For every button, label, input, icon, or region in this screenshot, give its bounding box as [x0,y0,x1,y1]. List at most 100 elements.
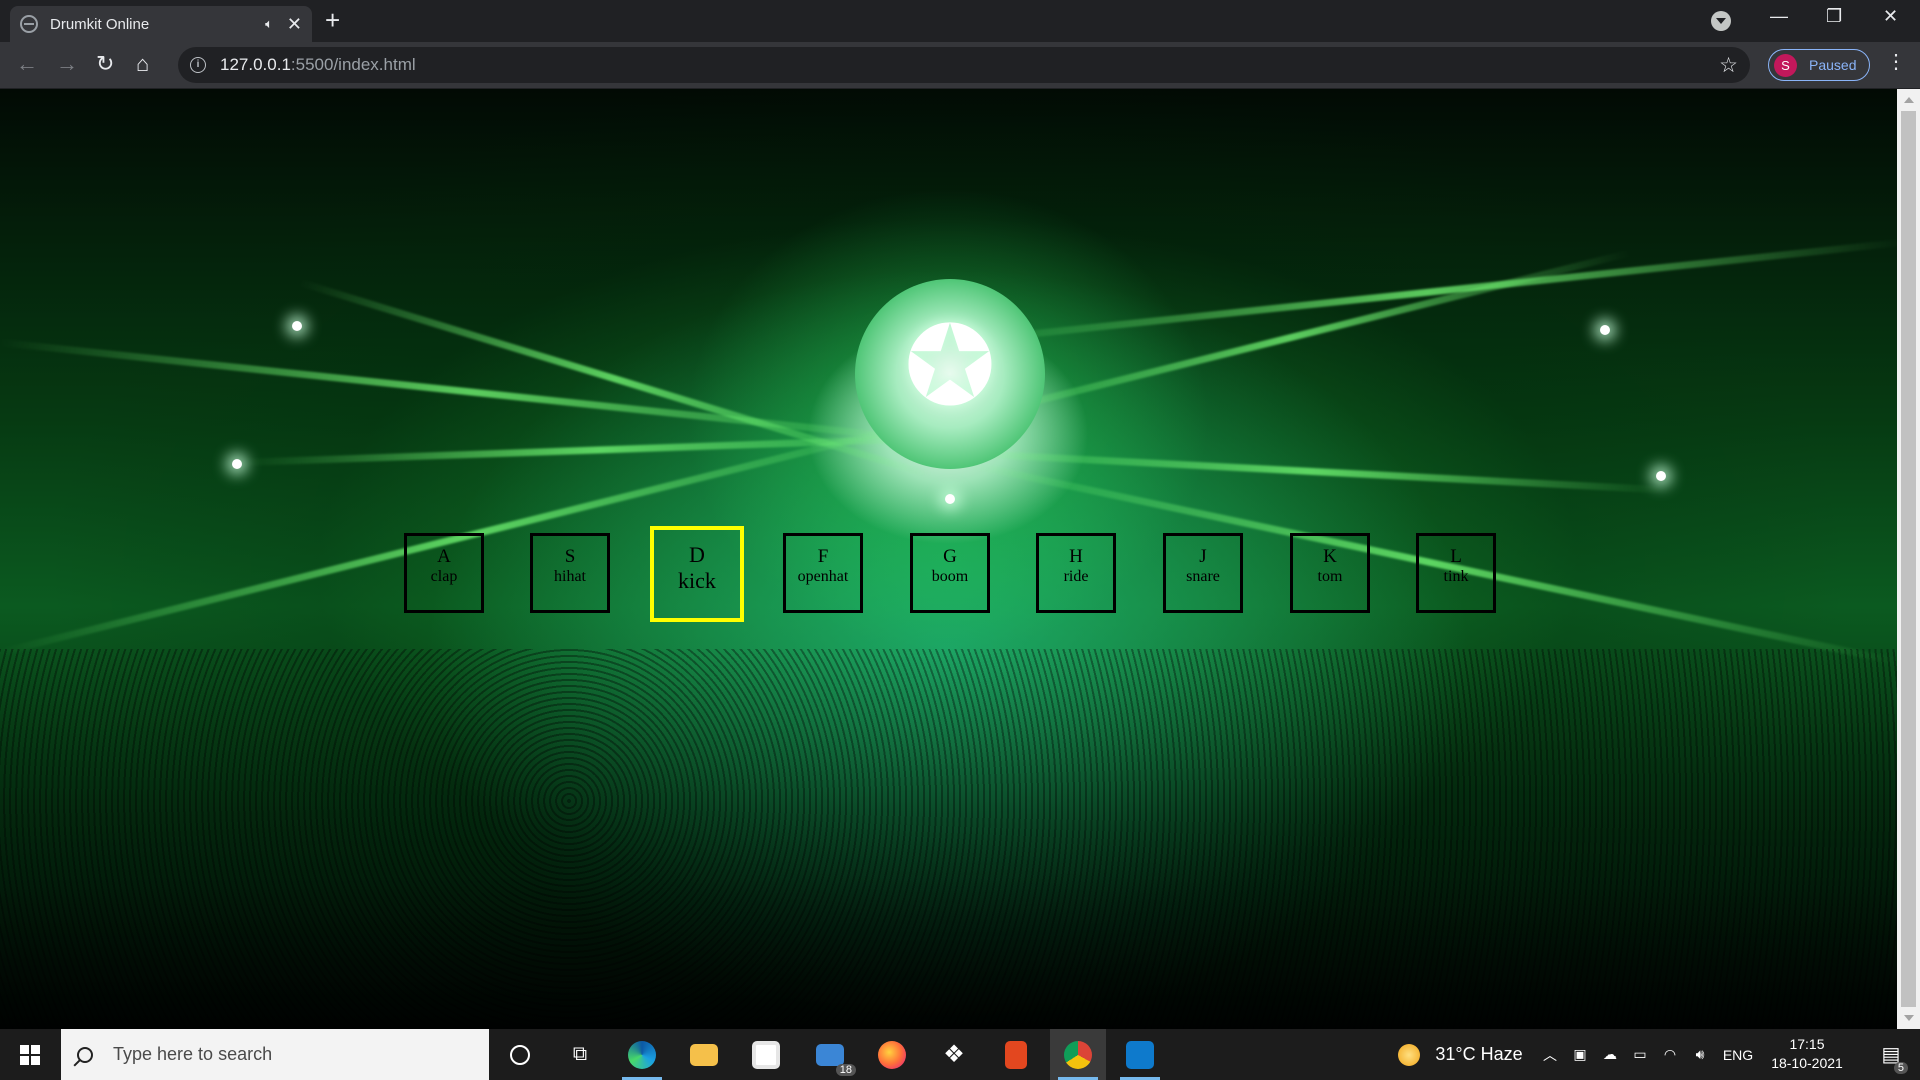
clock-date: 18-10-2021 [1771,1055,1843,1071]
key-sound: ride [1063,568,1089,585]
reload-button[interactable]: ↻ [96,52,114,76]
notification-badge: 5 [1893,1062,1908,1074]
browser-tab[interactable]: Drumkit Online 🔈︎ ✕ [10,6,312,42]
key-sound: snare [1186,568,1220,585]
key-sound: boom [931,568,969,585]
scroll-up-arrow-icon[interactable] [1904,97,1914,103]
tab-close-icon[interactable]: ✕ [287,14,302,35]
drum-keys: A clap S hihat D kick F openhat G boom H… [0,89,1897,1029]
drum-key-h[interactable]: H ride [1036,533,1116,613]
back-button[interactable]: ← [16,52,38,76]
drum-key-l[interactable]: L tink [1416,533,1496,613]
key-letter: A [437,546,451,567]
key-letter: S [564,546,576,567]
dropbox-button[interactable]: ❖ [926,1029,982,1080]
minimize-button[interactable]: — [1770,6,1788,27]
scroll-thumb[interactable] [1901,111,1916,1007]
mail-icon [816,1043,844,1066]
firefox-button[interactable] [864,1029,920,1080]
weather-icon[interactable] [1394,1029,1424,1080]
weather-text: 31°C Haze [1435,1044,1523,1064]
url-host: 127.0.0.1 [220,55,291,74]
wifi-icon[interactable]: ◠ [1658,1029,1682,1080]
store-button[interactable] [738,1029,794,1080]
windows-logo-icon [20,1044,40,1065]
avatar: S [1774,53,1797,77]
chrome-icon [1064,1040,1092,1069]
bookmark-star-icon[interactable]: ☆ [1719,53,1738,78]
speaker-icon[interactable]: 🔈︎ [265,16,273,32]
key-letter: G [943,546,957,567]
key-letter: F [817,546,829,567]
task-view-button[interactable]: ⧉ [552,1029,608,1080]
scroll-down-arrow-icon[interactable] [1904,1015,1914,1021]
key-sound: tom [1317,568,1343,585]
profile-button[interactable]: S Paused [1768,49,1870,81]
key-sound: hihat [554,568,586,585]
office-button[interactable] [988,1029,1044,1080]
drum-key-d[interactable]: D kick [650,526,744,622]
profile-status: Paused [1809,57,1857,73]
browser-tabstrip: Drumkit Online 🔈︎ ✕ + — ❐ ✕ [0,0,1920,42]
weather-widget[interactable]: 31°C Haze [1432,1029,1526,1080]
mail-badge: 18 [835,1064,856,1076]
url-path: :5500/index.html [290,55,416,74]
site-info-icon[interactable]: i [190,57,206,73]
store-icon [752,1040,780,1069]
language-text: ENG [1722,1046,1754,1063]
maximize-button[interactable]: ❐ [1826,6,1842,27]
notification-center-button[interactable]: ▤ 5 [1866,1029,1916,1080]
mail-button[interactable]: 18 [802,1029,858,1080]
vscode-icon [1126,1040,1154,1069]
tray-overflow-chevron-icon[interactable]: ︿ [1538,1029,1562,1080]
key-letter: K [1323,546,1337,567]
cortana-button[interactable] [492,1029,548,1080]
forward-button[interactable]: → [56,52,78,76]
battery-icon[interactable]: ▭ [1628,1029,1652,1080]
key-sound: openhat [797,568,849,585]
dropbox-icon: ❖ [943,1041,965,1068]
file-explorer-icon [690,1043,718,1066]
key-sound: kick [678,568,716,593]
cortana-icon [510,1044,530,1065]
chrome-button[interactable] [1050,1029,1106,1080]
edge-button[interactable] [614,1029,670,1080]
tab-search-icon[interactable] [1711,11,1731,31]
vscode-button[interactable] [1112,1029,1168,1080]
key-letter: H [1069,546,1083,567]
key-sound: tink [1443,568,1469,585]
volume-icon[interactable]: 🔊︎ [1688,1029,1712,1080]
office-icon [1005,1040,1027,1069]
taskbar-search[interactable]: Type here to search [61,1029,489,1080]
drum-key-k[interactable]: K tom [1290,533,1370,613]
key-letter: D [689,542,705,567]
drum-key-j[interactable]: J snare [1163,533,1243,613]
windows-taskbar: Type here to search ⧉ 18 ❖ 31°C Haze ︿ ▣… [0,1029,1920,1080]
drum-key-f[interactable]: F openhat [783,533,863,613]
key-letter: J [1199,546,1207,567]
address-bar[interactable]: i 127.0.0.1:5500/index.html ☆ [178,47,1750,83]
language-indicator[interactable]: ENG [1718,1029,1758,1080]
globe-icon [20,15,38,33]
home-button[interactable]: ⌂ [136,52,149,76]
start-button[interactable] [0,1029,60,1080]
browser-menu-icon[interactable]: ⋮ [1886,52,1906,72]
drum-key-s[interactable]: S hihat [530,533,610,613]
firefox-icon [878,1040,906,1069]
browser-toolbar: ← → ↻ ⌂ i 127.0.0.1:5500/index.html ☆ S … [0,42,1920,89]
new-tab-button[interactable]: + [325,6,340,34]
close-window-button[interactable]: ✕ [1883,6,1898,27]
search-placeholder: Type here to search [113,1044,273,1064]
drum-key-g[interactable]: G boom [910,533,990,613]
sun-haze-icon [1398,1043,1420,1066]
page-scrollbar[interactable] [1897,89,1920,1029]
drum-key-a[interactable]: A clap [404,533,484,613]
page-background: ✪ A clap S hihat D kick F openhat G boom… [0,89,1897,1029]
key-letter: L [1450,546,1462,567]
key-sound: clap [430,568,458,585]
taskbar-clock[interactable]: 17:15 18-10-2021 [1760,1035,1854,1073]
edge-icon [628,1040,656,1069]
file-explorer-button[interactable] [676,1029,732,1080]
meet-now-icon[interactable]: ▣ [1568,1029,1592,1080]
onedrive-icon[interactable]: ☁ [1598,1029,1622,1080]
